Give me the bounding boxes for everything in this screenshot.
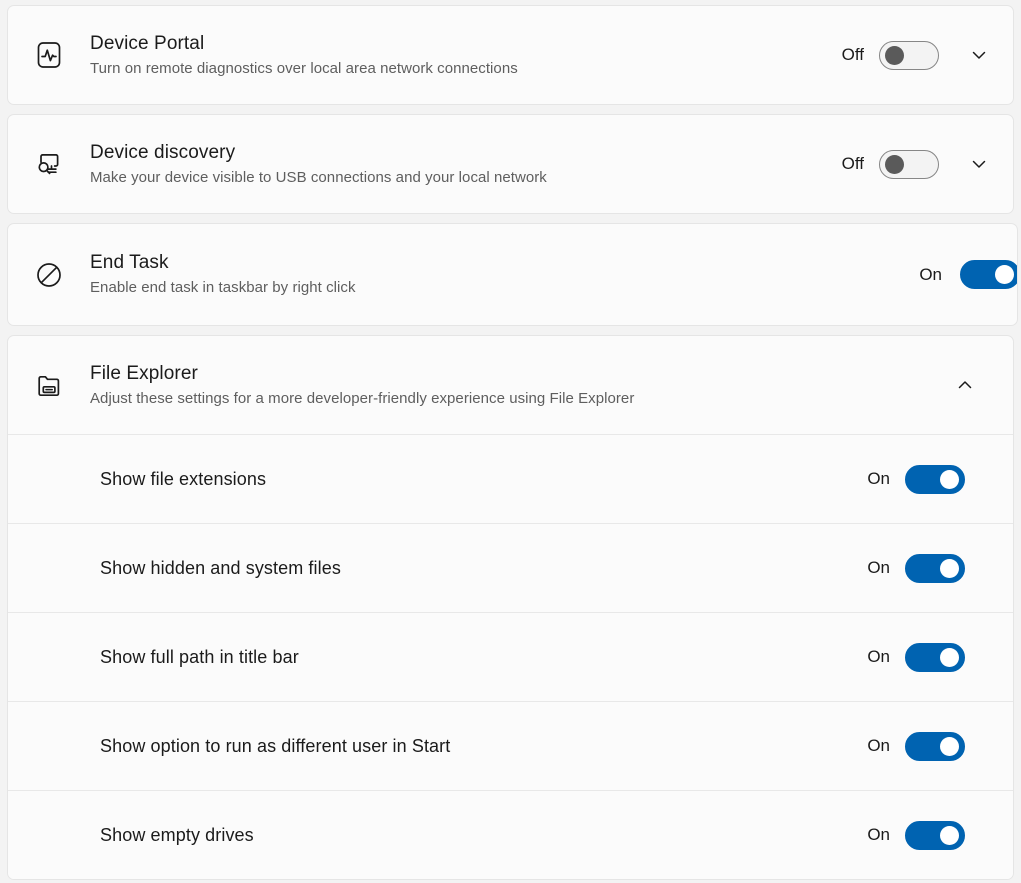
chevron-down-icon	[969, 154, 989, 174]
sub-row-show-empty-drives[interactable]: Show empty drives On	[8, 790, 1013, 879]
sub-label-slot: Show full path in title bar	[8, 646, 867, 668]
sub-item-label: Show full path in title bar	[100, 647, 299, 667]
show-full-path-state-label: On	[867, 647, 890, 667]
sub-label-slot: Show file extensions	[8, 468, 867, 490]
sub-label-slot: Show hidden and system files	[8, 557, 867, 579]
setting-card-device-discovery[interactable]: Device discovery Make your device visibl…	[7, 114, 1014, 214]
end-task-state-label: On	[919, 265, 942, 285]
end-task-subtitle: Enable end task in taskbar by right clic…	[90, 278, 907, 298]
show-hidden-files-controls: On	[867, 554, 997, 583]
toggle-knob	[940, 559, 959, 578]
device-portal-expand-button[interactable]	[961, 37, 997, 73]
sub-label-slot: Show empty drives	[8, 824, 867, 846]
end-task-text: End Task Enable end task in taskbar by r…	[90, 251, 919, 298]
device-portal-title: Device Portal	[90, 32, 830, 56]
show-hidden-files-state-label: On	[867, 558, 890, 578]
sub-row-show-full-path[interactable]: Show full path in title bar On	[8, 612, 1013, 701]
toggle-knob	[940, 470, 959, 489]
setting-card-device-portal[interactable]: Device Portal Turn on remote diagnostics…	[7, 5, 1014, 105]
device-portal-row[interactable]: Device Portal Turn on remote diagnostics…	[8, 6, 1013, 104]
device-portal-toggle[interactable]	[879, 41, 939, 70]
toggle-knob	[940, 648, 959, 667]
device-discovery-state-label: Off	[842, 154, 864, 174]
sub-item-label: Show file extensions	[100, 469, 266, 489]
toggle-knob	[995, 265, 1014, 284]
monitor-search-icon	[8, 147, 90, 181]
file-explorer-controls	[947, 367, 997, 403]
show-run-as-user-toggle[interactable]	[905, 732, 965, 761]
prohibited-icon	[8, 258, 90, 292]
setting-card-end-task[interactable]: End Task Enable end task in taskbar by r…	[7, 223, 1018, 326]
pulse-monitor-icon	[8, 38, 90, 72]
sub-row-show-file-extensions[interactable]: Show file extensions On	[8, 434, 1013, 523]
show-file-extensions-controls: On	[867, 465, 997, 494]
end-task-toggle[interactable]	[960, 260, 1018, 289]
show-hidden-files-toggle[interactable]	[905, 554, 965, 583]
chevron-up-icon	[955, 375, 975, 395]
sub-item-label: Show empty drives	[100, 825, 254, 845]
file-explorer-header-row[interactable]: File Explorer Adjust these settings for …	[8, 336, 1013, 434]
sub-row-show-run-as-user[interactable]: Show option to run as different user in …	[8, 701, 1013, 790]
device-discovery-toggle[interactable]	[879, 150, 939, 179]
file-explorer-title: File Explorer	[90, 362, 935, 386]
end-task-row[interactable]: End Task Enable end task in taskbar by r…	[8, 224, 1017, 325]
end-task-controls: On	[919, 260, 1017, 289]
show-file-extensions-state-label: On	[867, 469, 890, 489]
settings-developer-page: Device Portal Turn on remote diagnostics…	[0, 0, 1021, 883]
show-empty-drives-controls: On	[867, 821, 997, 850]
show-full-path-controls: On	[867, 643, 997, 672]
show-empty-drives-state-label: On	[867, 825, 890, 845]
device-portal-state-label: Off	[842, 45, 864, 65]
show-empty-drives-toggle[interactable]	[905, 821, 965, 850]
end-task-title: End Task	[90, 251, 907, 275]
device-discovery-text: Device discovery Make your device visibl…	[90, 141, 842, 188]
sub-item-label: Show hidden and system files	[100, 558, 341, 578]
toggle-knob	[885, 155, 904, 174]
device-portal-text: Device Portal Turn on remote diagnostics…	[90, 32, 842, 79]
show-run-as-user-state-label: On	[867, 736, 890, 756]
folder-drawer-icon	[8, 368, 90, 402]
device-discovery-controls: Off	[842, 146, 997, 182]
sub-label-slot: Show option to run as different user in …	[8, 735, 867, 757]
toggle-knob	[885, 46, 904, 65]
toggle-knob	[940, 737, 959, 756]
setting-card-file-explorer[interactable]: File Explorer Adjust these settings for …	[7, 335, 1014, 880]
device-discovery-expand-button[interactable]	[961, 146, 997, 182]
device-discovery-title: Device discovery	[90, 141, 830, 165]
device-portal-controls: Off	[842, 37, 997, 73]
device-portal-subtitle: Turn on remote diagnostics over local ar…	[90, 59, 830, 79]
show-file-extensions-toggle[interactable]	[905, 465, 965, 494]
file-explorer-collapse-button[interactable]	[947, 367, 983, 403]
show-run-as-user-controls: On	[867, 732, 997, 761]
chevron-down-icon	[969, 45, 989, 65]
file-explorer-subtitle: Adjust these settings for a more develop…	[90, 389, 935, 409]
file-explorer-text: File Explorer Adjust these settings for …	[90, 362, 947, 409]
sub-item-label: Show option to run as different user in …	[100, 736, 450, 756]
device-discovery-row[interactable]: Device discovery Make your device visibl…	[8, 115, 1013, 213]
device-discovery-subtitle: Make your device visible to USB connecti…	[90, 168, 830, 188]
show-full-path-toggle[interactable]	[905, 643, 965, 672]
sub-row-show-hidden-files[interactable]: Show hidden and system files On	[8, 523, 1013, 612]
toggle-knob	[940, 826, 959, 845]
